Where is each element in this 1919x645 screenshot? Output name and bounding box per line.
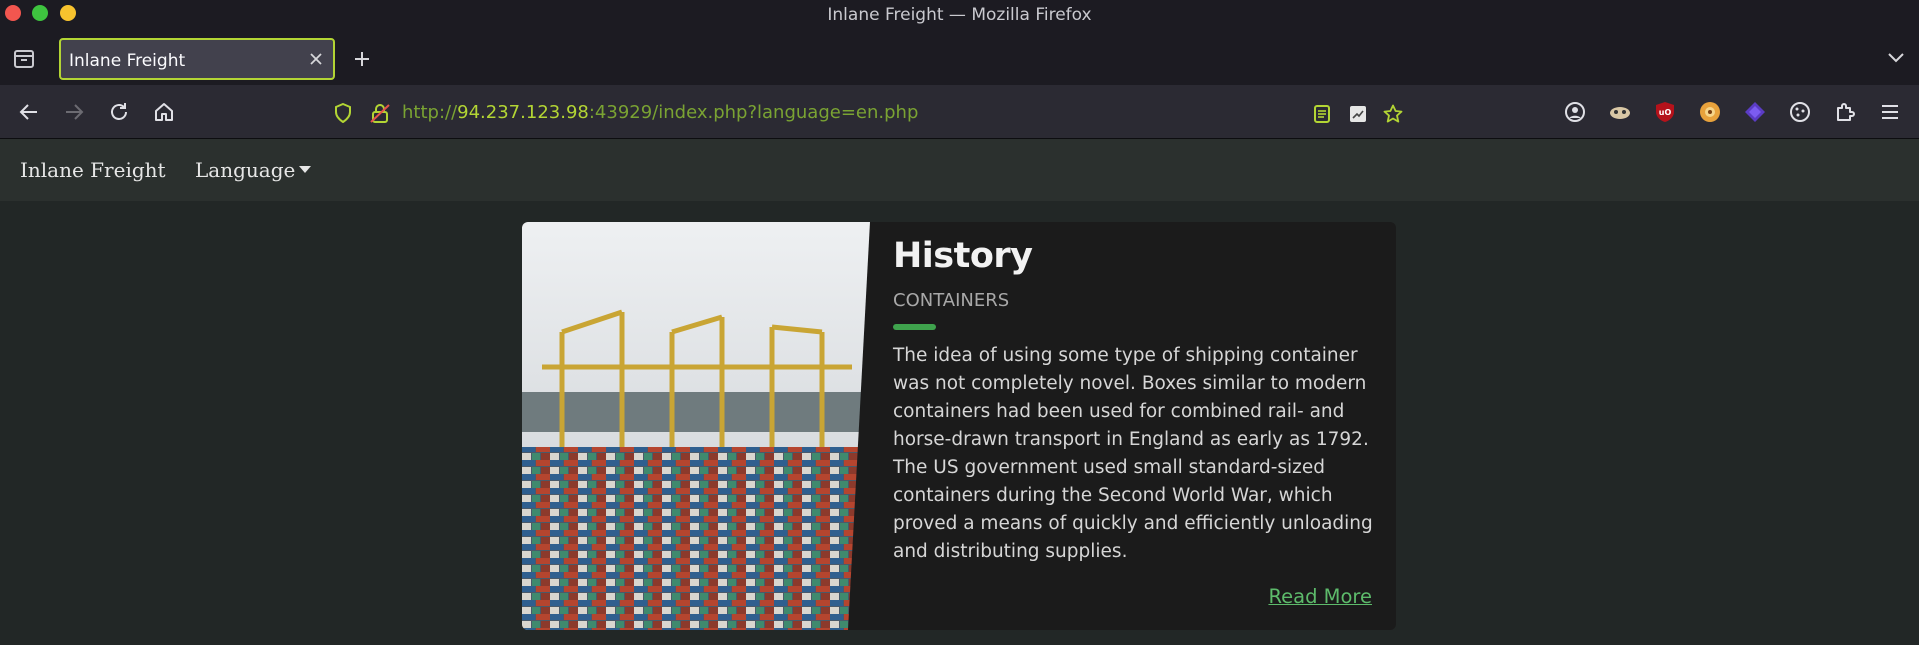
url-bar[interactable]: http://94.237.123.98:43929/index.php?lan… — [320, 91, 1415, 133]
site-brand-link[interactable]: Inlane Freight — [20, 158, 166, 182]
extensions-puzzle-icon[interactable] — [1833, 100, 1857, 124]
container-port-image — [522, 222, 870, 630]
accent-bar — [893, 324, 936, 330]
new-tab-icon[interactable] — [352, 49, 372, 69]
site-navbar: Inlane Freight Language — [0, 139, 1919, 201]
url-host: 94.237.123.98 — [457, 102, 589, 123]
ublock-origin-icon[interactable]: uO — [1653, 100, 1677, 124]
url-text[interactable]: http://94.237.123.98:43929/index.php?lan… — [402, 102, 918, 123]
history-card: History CONTAINERS The idea of using som… — [522, 222, 1396, 630]
home-icon[interactable] — [152, 100, 176, 124]
cookie-icon[interactable] — [1788, 100, 1812, 124]
tab-strip: Inlane Freight — [0, 31, 1919, 85]
navigation-toolbar: http://94.237.123.98:43929/index.php?lan… — [0, 85, 1919, 139]
window-titlebar: Inlane Freight — Mozilla Firefox — [0, 0, 1919, 31]
url-scheme: http:// — [402, 102, 458, 123]
menu-icon[interactable] — [1878, 100, 1902, 124]
insecure-lock-icon[interactable] — [369, 102, 391, 124]
forward-icon[interactable] — [62, 100, 86, 124]
card-paragraph: The idea of using some type of shipping … — [893, 345, 1373, 562]
page-action-icon[interactable] — [1348, 104, 1368, 124]
account-icon[interactable] — [1563, 100, 1587, 124]
list-all-tabs-icon[interactable] — [1887, 51, 1905, 65]
tab-inlane-freight[interactable]: Inlane Freight — [59, 38, 335, 80]
reload-icon[interactable] — [107, 100, 131, 124]
reader-view-icon[interactable] — [1312, 104, 1332, 124]
extension-3-icon[interactable] — [1698, 100, 1722, 124]
card-subtitle: CONTAINERS — [893, 290, 1010, 311]
close-tab-icon[interactable] — [308, 51, 324, 67]
svg-text:uO: uO — [1659, 108, 1672, 117]
url-path: :43929/index.php?language=en.php — [588, 102, 919, 123]
shield-icon[interactable] — [334, 103, 352, 123]
card-body: History CONTAINERS The idea of using som… — [893, 236, 1383, 566]
tab-label: Inlane Freight — [69, 51, 186, 71]
back-icon[interactable] — [17, 100, 41, 124]
language-label: Language — [195, 158, 296, 182]
caret-down-icon — [299, 166, 312, 173]
bookmark-star-icon[interactable] — [1383, 104, 1403, 124]
window-title: Inlane Freight — Mozilla Firefox — [827, 5, 1092, 25]
firefox-view-icon[interactable] — [13, 49, 35, 69]
card-title: History — [893, 236, 1033, 276]
extension-1-icon[interactable] — [1608, 100, 1632, 124]
extension-4-icon[interactable] — [1743, 100, 1767, 124]
read-more-link[interactable]: Read More — [1268, 585, 1372, 608]
language-dropdown[interactable]: Language — [195, 158, 312, 182]
